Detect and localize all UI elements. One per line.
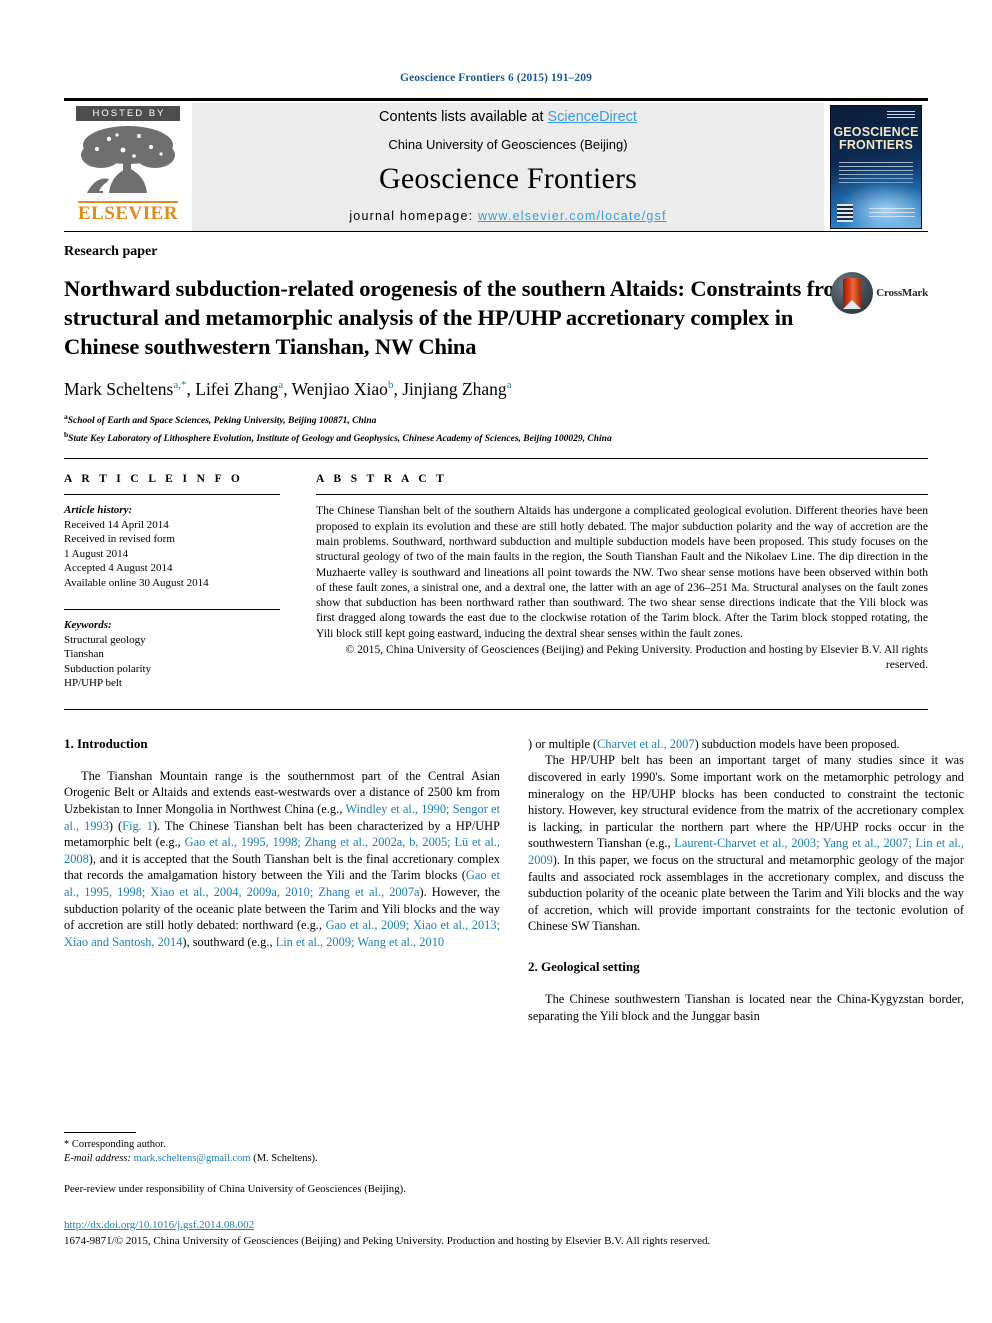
text-run: ) or multiple ( — [528, 736, 598, 751]
affiliation-b-text: State Key Laboratory of Lithosphere Evol… — [68, 434, 612, 445]
email-link[interactable]: mark.scheltens@gmail.com — [134, 1153, 251, 1164]
figure-link[interactable]: Fig. 1 — [122, 819, 153, 833]
keywords-rule — [64, 609, 280, 611]
abstract-bottom-rule — [64, 708, 928, 710]
footnote-block: * Corresponding author. E-mail address: … — [64, 1132, 500, 1195]
citation-link[interactable]: Charvet et al., 2007 — [597, 737, 694, 751]
journal-cover-thumbnail: GEOSCIENCE FRONTIERS — [830, 105, 922, 229]
paragraph-geo-1: The Chinese southwestern Tianshan is loc… — [528, 991, 964, 1023]
text-run: ) subduction models have been proposed. — [694, 736, 900, 751]
abstract-heading: A B S T R A C T — [316, 473, 448, 486]
cover-title-line2: FRONTIERS — [838, 138, 914, 152]
masthead-top-rule — [64, 98, 928, 101]
journal-homepage-line: journal homepage: www.elsevier.com/locat… — [349, 209, 666, 223]
keyword-item: Tianshan — [64, 648, 104, 661]
masthead-center: Contents lists available at ScienceDirec… — [192, 103, 824, 231]
info-abstract-block: A R T I C L E I N F O Article history: R… — [64, 459, 928, 691]
history-item: 1 August 2014 — [64, 547, 129, 560]
article-info-rule — [64, 494, 280, 496]
doi-link[interactable]: http://dx.doi.org/10.1016/j.gsf.2014.08.… — [64, 1219, 254, 1231]
journal-cover-container: GEOSCIENCE FRONTIERS — [824, 103, 928, 231]
cover-header-lines — [887, 111, 915, 119]
journal-title: Geoscience Frontiers — [378, 162, 638, 195]
contents-available-line: Contents lists available at ScienceDirec… — [379, 109, 637, 125]
sciencedirect-link[interactable]: ScienceDirect — [548, 109, 637, 125]
history-item: Received 14 April 2014 — [64, 518, 169, 531]
elsevier-wordmark: ELSEVIER — [77, 201, 179, 224]
body-column-left: 1. Introduction The Tianshan Mountain ra… — [64, 736, 500, 1132]
article-info-heading: A R T I C L E I N F O — [64, 473, 244, 486]
journal-masthead: HOSTED BY ELSEVIER Contents lists availa… — [64, 103, 928, 231]
cover-elsevier-mark — [837, 204, 853, 222]
author-marker: b — [387, 379, 394, 392]
homepage-label: journal homepage: — [349, 209, 478, 223]
article-page: Geoscience Frontiers 6 (2015) 191–209 HO… — [0, 0, 992, 1323]
keyword-item: Structural geology — [64, 633, 146, 646]
history-item: Received in revised form — [64, 533, 175, 546]
crossmark-badge[interactable]: CrossMark — [831, 272, 928, 314]
masthead-bottom-rule — [64, 231, 928, 232]
text-run: ), and it is accepted that the South Tia… — [64, 851, 500, 883]
cover-footer-lines — [869, 208, 915, 218]
article-body: 1. Introduction The Tianshan Mountain ra… — [64, 736, 964, 1132]
article-history: Article history: Received 14 April 2014 … — [64, 503, 280, 590]
history-item: Available online 30 August 2014 — [64, 576, 209, 589]
footnote-rule — [64, 1132, 136, 1133]
text-run: ), southward (e.g., — [182, 934, 276, 949]
author-marker: a — [506, 379, 512, 392]
society-name: China University of Geosciences (Beijing… — [388, 137, 628, 152]
crossmark-label: CrossMark — [876, 287, 928, 299]
email-suffix: (M. Scheltens). — [250, 1153, 318, 1164]
journal-homepage-link[interactable]: www.elsevier.com/locate/gsf — [478, 209, 667, 223]
author-marker: a,* — [173, 379, 187, 392]
keywords-label: Keywords: — [64, 619, 112, 632]
abstract-text: The Chinese Tianshan belt of the souther… — [316, 504, 928, 640]
paragraph-intro-2: The HP/UHP belt has been an important ta… — [528, 752, 964, 935]
cover-title: GEOSCIENCE FRONTIERS — [831, 126, 921, 152]
section-heading-introduction: 1. Introduction — [64, 735, 148, 751]
author-list: Mark Scheltensa,*, Lifei Zhanga, Wenjiao… — [64, 379, 512, 399]
affiliation-b: bState Key Laboratory of Lithosphere Evo… — [64, 428, 928, 446]
email-label: E-mail address: — [64, 1153, 134, 1164]
paragraph-intro-1-continued: ) or multiple (Charvet et al., 2007) sub… — [528, 736, 964, 753]
running-head: Geoscience Frontiers 6 (2015) 191–209 — [400, 72, 592, 84]
text-run: ) ( — [108, 818, 123, 833]
page-title: Northward subduction-related orogenesis … — [64, 276, 854, 359]
email-note: E-mail address: mark.scheltens@gmail.com… — [64, 1152, 500, 1166]
affiliation-a: aSchool of Earth and Space Sciences, Pek… — [64, 410, 928, 428]
article-history-label: Article history: — [64, 504, 133, 517]
body-column-right: ) or multiple (Charvet et al., 2007) sub… — [528, 736, 964, 1132]
peer-review-note: Peer-review under responsibility of Chin… — [64, 1183, 406, 1195]
abstract-copyright: © 2015, China University of Geosciences … — [345, 642, 928, 672]
keyword-item: Subduction polarity — [64, 662, 152, 675]
history-item: Accepted 4 August 2014 — [64, 562, 173, 575]
paragraph-intro-1: The Tianshan Mountain range is the south… — [64, 768, 500, 951]
abstract-column: A B S T R A C T The Chinese Tianshan bel… — [316, 473, 928, 691]
text-run: ). In this paper, we focus on the struct… — [528, 852, 964, 934]
elsevier-hosted-logo: HOSTED BY ELSEVIER — [64, 103, 192, 231]
contents-prefix: Contents lists available at — [379, 109, 548, 125]
article-info-column: A R T I C L E I N F O Article history: R… — [64, 473, 280, 691]
crossmark-icon — [831, 272, 874, 314]
article-type: Research paper — [64, 244, 158, 259]
author-marker: a — [278, 379, 284, 392]
section-heading-geological-setting: 2. Geological setting — [528, 958, 640, 974]
keyword-item: HP/UHP belt — [64, 677, 122, 690]
hosted-by-label: HOSTED BY — [76, 106, 180, 121]
corresponding-author-note: * Corresponding author. — [64, 1139, 166, 1150]
article-header: Research paper CrossMark Northward subdu… — [64, 244, 928, 446]
doi-block: http://dx.doi.org/10.1016/j.gsf.2014.08.… — [64, 1215, 944, 1247]
issn-copyright-line: 1674-9871/© 2015, China University of Ge… — [64, 1235, 711, 1247]
elsevier-tree-icon — [79, 123, 177, 200]
keywords-block: Keywords: Structural geology Tianshan Su… — [64, 618, 280, 691]
affiliation-a-text: School of Earth and Space Sciences, Peki… — [67, 416, 377, 427]
citation-link[interactable]: Lin et al., 2009; Wang et al., 2010 — [276, 935, 444, 949]
abstract-rule — [316, 494, 928, 496]
